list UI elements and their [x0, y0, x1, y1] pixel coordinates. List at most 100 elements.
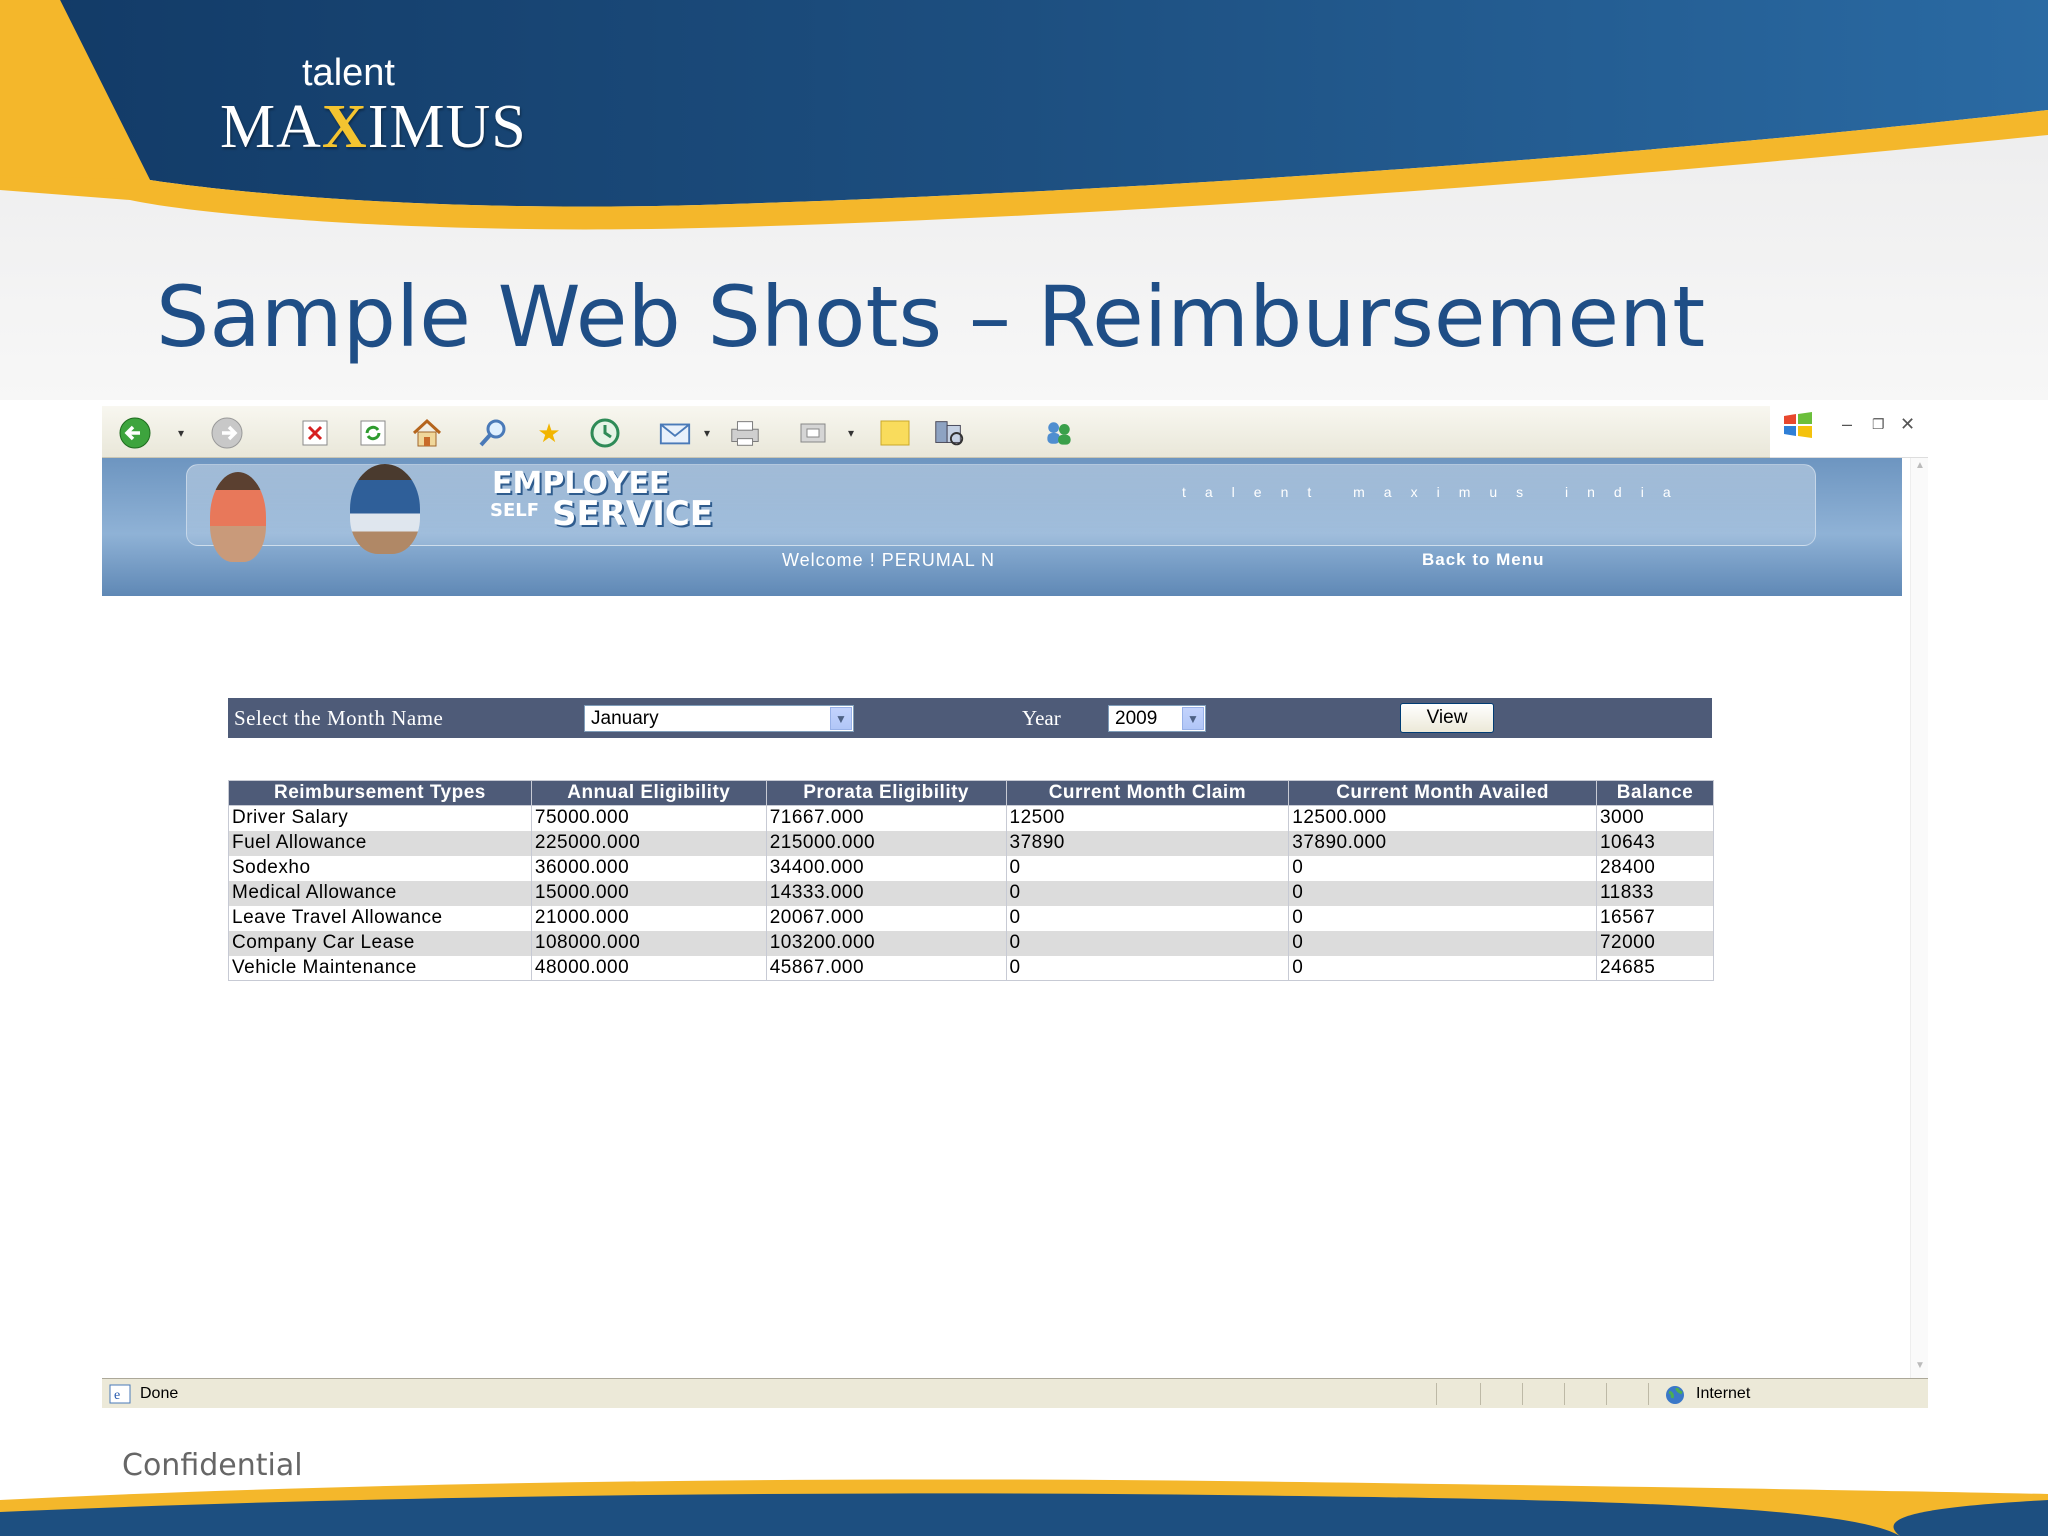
column-header: Current Month Availed [1288, 780, 1597, 806]
month-filter-bar: Select the Month Name January ▼ Year 200… [228, 698, 1712, 738]
footer-band [0, 1479, 2048, 1536]
back-to-menu-link[interactable]: Back to Menu [1422, 550, 1545, 570]
table-cell: 36000.000 [530, 855, 767, 881]
table-cell: 0 [1288, 955, 1597, 981]
table-cell: 34400.000 [765, 855, 1007, 881]
month-select[interactable]: January ▼ [584, 705, 854, 732]
table-cell: 16567 [1595, 905, 1715, 931]
table-cell: Medical Allowance [228, 880, 532, 906]
print-icon[interactable] [728, 416, 762, 450]
vertical-scrollbar[interactable]: ▲ ▼ [1910, 458, 1928, 1378]
ess-header: EMPLOYEE SELF SERVICE talent maximus ind… [102, 458, 1902, 596]
table-row: Leave Travel Allowance 21000.000 20067.0… [228, 905, 1715, 931]
close-icon[interactable]: ✕ [1900, 414, 1915, 435]
home-icon[interactable] [410, 416, 444, 450]
edit-dropdown-icon[interactable]: ▾ [848, 426, 854, 440]
table-cell: 20067.000 [765, 905, 1007, 931]
slide-title: Sample Web Shots – Reimbursement [156, 268, 1706, 366]
refresh-icon[interactable] [356, 416, 390, 450]
table-cell: 15000.000 [530, 880, 767, 906]
ess-header-panel [186, 464, 1816, 546]
scroll-down-icon[interactable]: ▼ [1911, 1360, 1929, 1376]
notes-icon[interactable] [878, 416, 912, 450]
view-button[interactable]: View [1400, 703, 1494, 733]
windows-logo-icon [1780, 410, 1816, 445]
table-cell: 0 [1288, 930, 1597, 956]
stop-icon[interactable] [298, 416, 332, 450]
table-cell: 14333.000 [765, 880, 1007, 906]
table-cell: 48000.000 [530, 955, 767, 981]
table-cell: 12500.000 [1288, 805, 1597, 831]
logo-big-x: X [321, 93, 368, 161]
column-header: Prorata Eligibility [765, 780, 1007, 806]
back-dropdown-icon[interactable]: ▾ [178, 426, 184, 440]
column-header: Current Month Claim [1005, 780, 1290, 806]
table-cell: 21000.000 [530, 905, 767, 931]
month-select-value: January [591, 708, 659, 729]
year-label: Year [1022, 706, 1061, 730]
year-select[interactable]: 2009 ▼ [1108, 705, 1206, 732]
jumping-man-image [350, 464, 420, 554]
research-icon[interactable] [932, 416, 966, 450]
table-cell: 28400 [1595, 855, 1715, 881]
welcome-text: Welcome ! PERUMAL N [782, 550, 996, 570]
ess-tagline: talent maximus india [1182, 484, 1690, 500]
ess-logo-self: SELF [490, 500, 540, 521]
minimize-icon[interactable]: – [1842, 414, 1852, 435]
table-cell: 215000.000 [765, 830, 1007, 856]
table-cell: 10643 [1595, 830, 1715, 856]
table-cell: 103200.000 [765, 930, 1007, 956]
svg-text:e: e [114, 1388, 120, 1403]
back-icon[interactable] [118, 416, 152, 450]
table-cell: Fuel Allowance [228, 830, 532, 856]
table-row: Sodexho 36000.000 34400.000 0 0 28400 [228, 855, 1715, 881]
security-zone-text: Internet [1696, 1385, 1751, 1402]
table-cell: 225000.000 [530, 830, 767, 856]
table-cell: 0 [1288, 880, 1597, 906]
table-cell: 12500 [1005, 805, 1290, 831]
table-cell: 11833 [1595, 880, 1715, 906]
forward-icon[interactable] [210, 416, 244, 450]
status-divider [1522, 1383, 1523, 1405]
table-cell: 0 [1005, 855, 1290, 881]
table-cell: 0 [1005, 955, 1290, 981]
chevron-down-icon[interactable]: ▼ [830, 707, 852, 730]
search-icon[interactable] [476, 416, 510, 450]
table-cell: Vehicle Maintenance [228, 955, 532, 981]
mail-dropdown-icon[interactable]: ▾ [704, 426, 710, 440]
logo-big-right: IMUS [367, 93, 527, 161]
table-cell: Leave Travel Allowance [228, 905, 532, 931]
chevron-down-icon[interactable]: ▼ [1182, 707, 1204, 730]
browser-window: ▾ ★ ▾ ▾ – ❐ ✕ EMPLOYEE SELF SERVICE tale… [102, 406, 1928, 1408]
table-cell: 0 [1005, 880, 1290, 906]
status-divider [1564, 1383, 1565, 1405]
history-icon[interactable] [588, 416, 622, 450]
logo-big-text: MAXIMUS [220, 92, 527, 163]
year-select-value: 2009 [1115, 708, 1158, 729]
page-done-icon: e [108, 1383, 134, 1410]
table-cell: 3000 [1595, 805, 1715, 831]
table-row: Vehicle Maintenance 48000.000 45867.000 … [228, 955, 1715, 981]
reimbursement-table: Reimbursement Types Annual Eligibility P… [228, 780, 1715, 981]
logo-small-text: talent [302, 52, 395, 94]
scroll-up-icon[interactable]: ▲ [1911, 460, 1929, 476]
table-row: Medical Allowance 15000.000 14333.000 0 … [228, 880, 1715, 906]
table-row: Driver Salary 75000.000 71667.000 12500 … [228, 805, 1715, 831]
globe-icon [1664, 1384, 1686, 1411]
month-label: Select the Month Name [234, 706, 444, 730]
table-cell: 75000.000 [530, 805, 767, 831]
talent-maximus-logo: talent MAXIMUS [220, 52, 540, 162]
edit-icon[interactable] [796, 416, 830, 450]
ess-logo-service: SERVICE [552, 494, 714, 534]
table-cell: 37890.000 [1288, 830, 1597, 856]
table-cell: 0 [1005, 930, 1290, 956]
messenger-icon[interactable] [1042, 416, 1076, 450]
favorites-icon[interactable]: ★ [532, 416, 566, 450]
browser-toolbar: ▾ ★ ▾ ▾ [102, 406, 1770, 458]
window-controls: – ❐ ✕ [1770, 406, 1928, 458]
restore-icon[interactable]: ❐ [1872, 416, 1885, 433]
table-cell: Sodexho [228, 855, 532, 881]
mail-icon[interactable] [658, 416, 692, 450]
table-cell: 24685 [1595, 955, 1715, 981]
column-header: Annual Eligibility [530, 780, 767, 806]
